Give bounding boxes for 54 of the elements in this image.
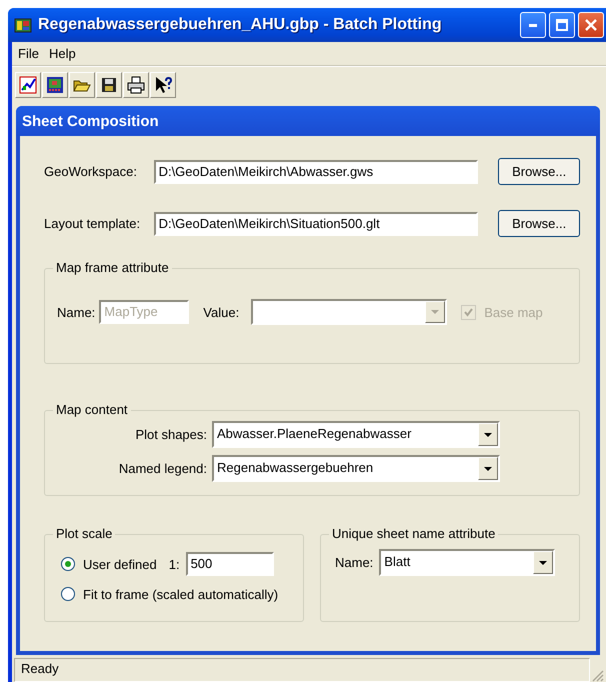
field-label: Plot shapes: (134, 427, 208, 442)
input-field[interactable]: D:\GeoDaten\Meikirch\Situation500.glt (154, 212, 478, 236)
browse-button[interactable]: Browse... (498, 210, 580, 237)
radio-button[interactable] (61, 557, 75, 571)
app-icon (14, 17, 32, 33)
minimize-icon (529, 24, 537, 26)
panel-title: Sheet Composition (16, 106, 600, 136)
field-label: Value: (203, 304, 240, 320)
dropdown[interactable]: Blatt (379, 549, 556, 576)
checkbox-label: Base map (484, 304, 543, 320)
dropdown[interactable]: Abwasser.PlaeneRegenabwasser (212, 421, 500, 448)
input-field[interactable]: D:\GeoDaten\Meikirch\Abwasser.gws (154, 160, 478, 184)
field-label: Name: (335, 555, 374, 570)
group-title: Unique sheet name attribute (329, 526, 498, 541)
toolbar-button[interactable] (123, 72, 149, 98)
close-button[interactable] (578, 12, 604, 38)
group-title: Plot scale (53, 526, 116, 541)
menu-item[interactable]: Help (48, 46, 76, 61)
toolbar-button[interactable] (69, 72, 95, 98)
status-bar: Ready (14, 658, 590, 682)
dropdown-arrow-icon (484, 466, 492, 470)
resize-grip-icon (592, 670, 604, 682)
browse-button[interactable]: Browse... (498, 158, 580, 185)
input-field[interactable]: 500 (186, 552, 274, 576)
maximize-button[interactable] (549, 12, 575, 38)
toolbar-button[interactable] (150, 72, 176, 98)
window-title: Regenabwassergebuehren_AHU.gbp - Batch Plotting (38, 16, 443, 34)
check-icon (464, 308, 474, 316)
field-label: GeoWorkspace: (44, 164, 138, 179)
dropdown-arrow-icon (431, 310, 440, 314)
group-title: Map content (53, 402, 131, 417)
dropdown[interactable]: Regenabwassergebuehren (212, 455, 500, 482)
dropdown-arrow-icon (484, 432, 492, 436)
printer-icon (127, 76, 145, 94)
minimize-button[interactable] (520, 12, 546, 38)
scale-prefix: 1: (168, 556, 180, 572)
dropdown[interactable] (251, 299, 448, 325)
close-icon (585, 19, 597, 31)
radio-label: User defined (83, 556, 157, 572)
dropdown-arrow-icon (539, 560, 548, 564)
field-label: Name: (57, 304, 96, 320)
group-title: Map frame attribute (53, 260, 172, 275)
maximize-icon (556, 19, 568, 31)
menu-item[interactable]: File (18, 46, 39, 61)
radio-button[interactable] (61, 587, 75, 601)
map-icon (46, 76, 64, 94)
toolbar-button[interactable] (42, 72, 68, 98)
toolbar-button[interactable] (15, 72, 41, 98)
toolbar-button[interactable] (96, 72, 122, 98)
chart-icon (19, 76, 37, 94)
help-pointer-icon (154, 76, 172, 94)
field-label: Layout template: (44, 216, 142, 231)
radio-label: Fit to frame (scaled automatically) (83, 586, 278, 602)
field-label: Named legend: (118, 461, 208, 476)
